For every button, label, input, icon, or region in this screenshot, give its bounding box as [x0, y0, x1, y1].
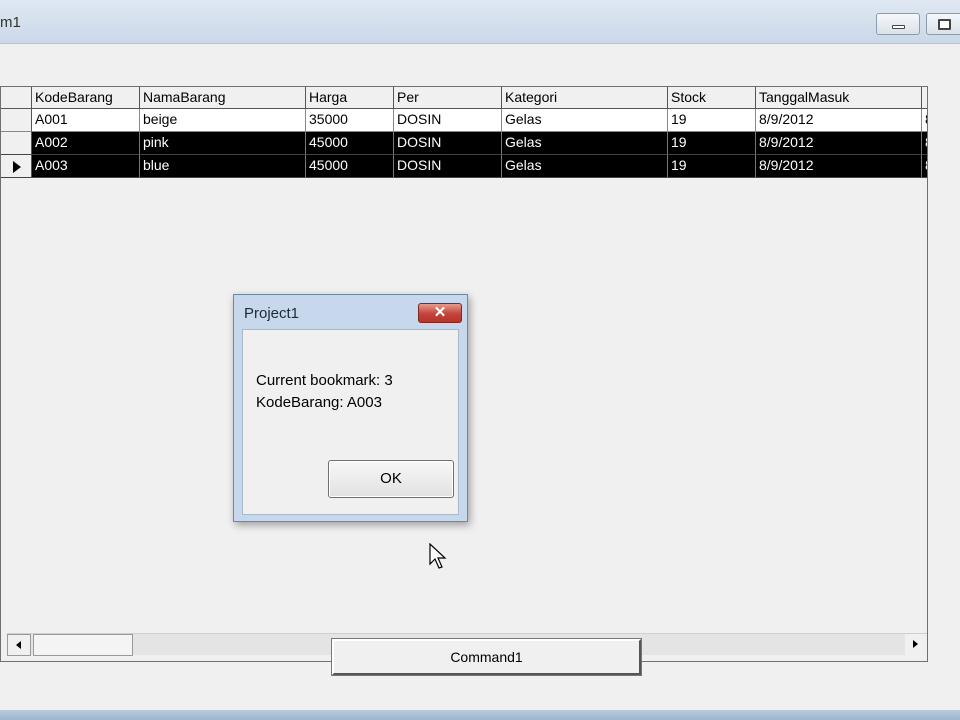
cell-kodebarang[interactable]: A002: [32, 132, 140, 155]
dialog-title: Project1: [244, 305, 300, 322]
minimize-button[interactable]: [876, 13, 920, 35]
scroll-right-icon: [913, 640, 918, 648]
column-header-per[interactable]: Per: [394, 87, 502, 109]
cell-extra[interactable]: 8: [922, 109, 927, 132]
cell-kategori[interactable]: Gelas: [502, 109, 668, 132]
window-title: m1: [0, 14, 21, 31]
cell-namabarang[interactable]: pink: [140, 132, 306, 155]
column-header-namabarang[interactable]: NamaBarang: [140, 87, 306, 109]
cell-per[interactable]: DOSIN: [394, 109, 502, 132]
table-row[interactable]: A002 pink 45000 DOSIN Gelas 19 8/9/2012 …: [1, 132, 927, 155]
dialog-body: Current bookmark: 3 KodeBarang: A003 OK: [242, 329, 459, 515]
scroll-left-button[interactable]: [7, 634, 31, 656]
cell-harga[interactable]: 35000: [306, 109, 394, 132]
cell-stock[interactable]: 19: [668, 155, 756, 178]
minimize-icon: [892, 25, 905, 29]
cell-stock[interactable]: 19: [668, 132, 756, 155]
column-header-stock[interactable]: Stock: [668, 87, 756, 109]
header-row-selector[interactable]: [1, 87, 32, 109]
grid-header: KodeBarang NamaBarang Harga Per Kategori…: [1, 87, 927, 109]
cell-tanggalmasuk[interactable]: 8/9/2012: [756, 109, 922, 132]
dialog-close-button[interactable]: ✕: [418, 303, 462, 323]
scroll-left-icon: [16, 641, 21, 649]
cell-per[interactable]: DOSIN: [394, 132, 502, 155]
column-header-extra[interactable]: [922, 87, 927, 109]
scroll-thumb[interactable]: [33, 634, 133, 656]
cell-namabarang[interactable]: blue: [140, 155, 306, 178]
command1-button[interactable]: Command1: [331, 638, 642, 676]
cell-per[interactable]: DOSIN: [394, 155, 502, 178]
scroll-right-button[interactable]: [905, 634, 927, 656]
message-box-dialog: Project1 ✕ Current bookmark: 3 KodeBaran…: [233, 294, 468, 522]
cell-harga[interactable]: 45000: [306, 155, 394, 178]
cell-namabarang[interactable]: beige: [140, 109, 306, 132]
cell-kategori[interactable]: Gelas: [502, 132, 668, 155]
cell-harga[interactable]: 45000: [306, 132, 394, 155]
ok-button[interactable]: OK: [328, 460, 454, 498]
taskbar-strip: [0, 710, 960, 720]
cell-stock[interactable]: 19: [668, 109, 756, 132]
column-header-harga[interactable]: Harga: [306, 87, 394, 109]
cell-tanggalmasuk[interactable]: 8/9/2012: [756, 132, 922, 155]
row-selector[interactable]: [1, 132, 32, 155]
cell-extra[interactable]: 8: [922, 155, 927, 178]
maximize-icon: [938, 19, 951, 30]
row-selector[interactable]: [1, 155, 32, 178]
table-row[interactable]: A003 blue 45000 DOSIN Gelas 19 8/9/2012 …: [1, 155, 927, 178]
maximize-button[interactable]: [926, 13, 960, 35]
mouse-cursor-icon: [429, 543, 447, 569]
cell-kodebarang[interactable]: A001: [32, 109, 140, 132]
cell-extra[interactable]: 8: [922, 132, 927, 155]
dialog-message-kodebarang: KodeBarang: A003: [256, 394, 382, 411]
title-bar: m1: [0, 0, 960, 44]
current-row-arrow-icon: [13, 161, 21, 173]
row-selector[interactable]: [1, 109, 32, 132]
cell-kodebarang[interactable]: A003: [32, 155, 140, 178]
dialog-message-bookmark: Current bookmark: 3: [256, 372, 393, 389]
close-icon: ✕: [433, 304, 447, 321]
form-client-area: KodeBarang NamaBarang Harga Per Kategori…: [0, 45, 960, 710]
cell-kategori[interactable]: Gelas: [502, 155, 668, 178]
cell-tanggalmasuk[interactable]: 8/9/2012: [756, 155, 922, 178]
column-header-kategori[interactable]: Kategori: [502, 87, 668, 109]
column-header-tanggalmasuk[interactable]: TanggalMasuk: [756, 87, 922, 109]
column-header-kodebarang[interactable]: KodeBarang: [32, 87, 140, 109]
table-row[interactable]: A001 beige 35000 DOSIN Gelas 19 8/9/2012…: [1, 109, 927, 132]
